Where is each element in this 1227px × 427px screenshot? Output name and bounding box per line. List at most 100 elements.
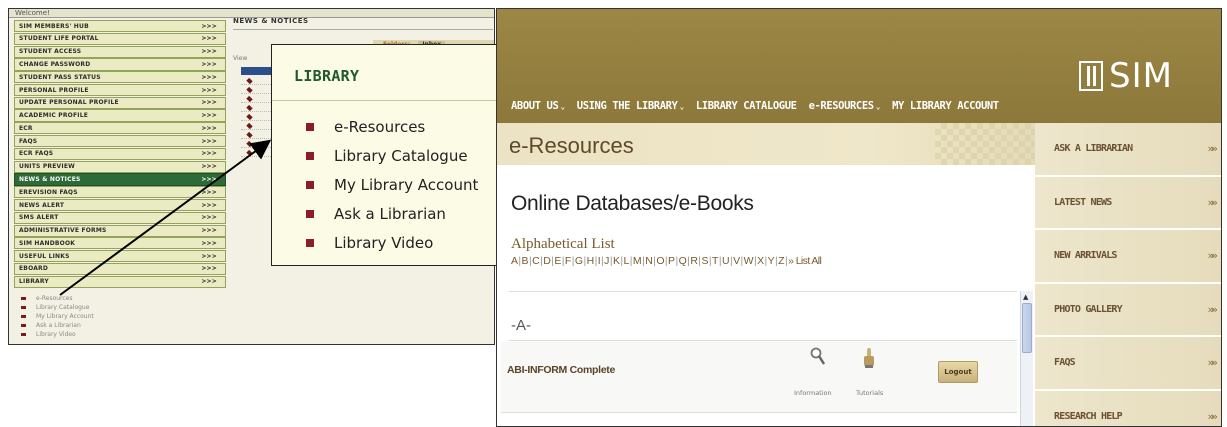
divider [272,100,500,101]
database-name-link[interactable]: ABI-INFORM Complete [507,364,615,376]
alphabet-link-p[interactable]: P [668,255,675,267]
information-label[interactable]: Information [794,389,832,397]
portal-menu-item-personal-profile[interactable]: PERSONAL PROFILE >>> [14,83,226,97]
alphabet-link-b[interactable]: B [522,255,529,267]
portal-menu-label: eCR [19,124,33,132]
double-chevron-right-icon: »» [1207,302,1219,316]
library-popup-item-library-video[interactable]: Library Video [306,228,478,257]
alphabet-link-m[interactable]: M [633,255,642,267]
alphabet-link-l[interactable]: L [624,255,630,267]
divider [509,340,1017,341]
portal-menu-item-academic-profile[interactable]: ACADEMIC PROFILE >>> [14,109,226,122]
scroll-thumb[interactable] [1022,303,1032,353]
pointing-hand-icon[interactable] [861,347,877,369]
alphabet-link-z[interactable]: Z [778,255,784,267]
portal-menu-item-student-life-portal[interactable]: STUDENT LIFE PORTAL >>> [14,32,226,45]
alphabet-link-c[interactable]: C [532,255,540,267]
portal-menu-item-sim-handbook[interactable]: SIM HANDBOOK >>> [14,237,226,250]
alphabet-link-w[interactable]: W [744,255,754,267]
alphabet-link-x[interactable]: X [757,255,764,267]
portal-menu-item-sim-members-hub[interactable]: SIM MEMBERS' HUB >>> [14,20,226,33]
tutorials-label[interactable]: Tutorials [856,389,883,397]
portal-menu-item-eboard[interactable]: eBOARD >>> [14,262,226,276]
portal-menu-item-ecr[interactable]: eCR >>> [14,122,226,135]
chevron-right-icon: >>> [201,86,217,94]
separator: | [601,255,604,267]
alphabet-link-o[interactable]: O [656,255,664,267]
top-navigation: ABOUT US ⌄ USING THE LIBRARY ⌄ LIBRARY CATAL… [497,9,1221,123]
alphabet-link-y[interactable]: Y [768,255,775,267]
sidebar-item-photo-gallery[interactable]: PHOTO GALLERY »» [1035,283,1221,337]
sidebar-item-research-help[interactable]: RESEARCH HELP »» [1035,390,1221,426]
alphabet-link-j[interactable]: J [604,255,609,267]
message-icon [246,77,253,84]
sidebar-item-new-arrivals[interactable]: NEW ARRIVALS »» [1035,230,1221,284]
magnifier-icon[interactable] [810,347,826,367]
alphabet-link-h[interactable]: H [587,255,595,267]
alphabet-link-q[interactable]: Q [679,255,687,267]
portal-submenu-item-ask-a-librarian[interactable]: Ask a Librarian [21,321,221,330]
portal-menu-item-units-preview[interactable]: UNITS PREVIEW >>> [14,160,226,173]
portal-menu-item-student-access[interactable]: STUDENT ACCESS >>> [14,45,226,58]
library-popup-item-my-library-account[interactable]: My Library Account [306,170,478,199]
portal-menu-item-sms-alert[interactable]: SMS ALERT >>> [14,211,226,224]
alphabet-link-a[interactable]: A [511,255,518,267]
alphabet-link-n[interactable]: N [645,255,653,267]
nav-item-e-resources[interactable]: e-RESOURCES ⌄ [809,100,881,112]
portal-menu-item-news-notices[interactable]: NEWS & NOTICES >>> [14,173,226,186]
chevron-right-icon: >>> [201,188,217,196]
alphabet-link-u[interactable]: U [722,255,730,267]
portal-menu-item-faqs[interactable]: FAQs >>> [14,135,226,148]
message-icon [246,122,253,129]
portal-submenu-item-library-catalogue[interactable]: Library Catalogue [21,303,221,312]
chevron-right-icon: >>> [201,265,217,273]
alphabet-link-i[interactable]: I [598,255,601,267]
nav-item-my-library-account[interactable]: MY LIBRARY ACCOUNT [892,100,999,112]
chevron-right-icon: >>> [201,112,217,120]
portal-submenu-item-e-resources[interactable]: e-Resources [21,294,221,303]
portal-menu-item-ecr-faqs[interactable]: eCR FAQs >>> [14,147,226,160]
portal-submenu-label: My Library Account [36,313,94,320]
portal-menu-item-administrative-forms[interactable]: ADMINISTRATIVE FORMS >>> [14,224,226,237]
bullet-icon [21,324,26,327]
separator: | [540,255,543,267]
library-popup-item-library-catalogue[interactable]: Library Catalogue [306,141,478,170]
library-popup-item-ask-a-librarian[interactable]: Ask a Librarian [306,199,478,228]
chevron-right-icon: >>> [201,175,217,183]
list-all-link[interactable]: » List All [788,255,822,267]
portal-menu-item-useful-links[interactable]: USEFUL LINKS >>> [14,250,226,263]
scrollbar[interactable]: ▲ [1020,291,1033,426]
alphabet-link-r[interactable]: R [690,255,698,267]
portal-menu-item-library[interactable]: LIBRARY >>> [14,275,226,288]
alphabet-link-s[interactable]: S [701,255,708,267]
alphabet-link-g[interactable]: G [575,255,583,267]
bullet-icon [21,315,26,318]
nav-item-about-us[interactable]: ABOUT US ⌄ [511,100,565,112]
alphabet-link-e[interactable]: E [554,255,561,267]
logout-button[interactable]: Logout [938,361,978,383]
library-popup-item-e-resources[interactable]: e-Resources [306,112,478,141]
portal-submenu-item-library-video[interactable]: Library Video [21,330,221,339]
alphabet-link-v[interactable]: V [733,255,740,267]
sidebar-item-ask-a-librarian[interactable]: ASK A LIBRARIAN »» [1035,123,1221,177]
portal-menu-item-news-alert[interactable]: NEWS ALERT >>> [14,198,226,212]
nav-item-using-the-library[interactable]: USING THE LIBRARY ⌄ [577,100,685,112]
dropdown-caret-icon: ⌄ [875,102,881,111]
sidebar-item-faqs[interactable]: FAQS »» [1035,337,1221,391]
portal-menu-item-change-password[interactable]: CHANGE PASSWORD >>> [14,58,226,71]
portal-menu-item-update-personal-profile[interactable]: UPDATE PERSONAL PROFILE >>> [14,96,226,109]
alphabet-link-t[interactable]: T [712,255,718,267]
double-chevron-right-icon: »» [1207,195,1219,209]
alphabet-link-d[interactable]: D [543,255,551,267]
portal-menu-item-student-pass-status[interactable]: STUDENT PASS STATUS >>> [14,71,226,84]
alphabet-link-k[interactable]: K [613,255,620,267]
sidebar-item-latest-news[interactable]: LATEST NEWS »» [1035,176,1221,230]
nav-item-library-catalogue[interactable]: LIBRARY CATALOGUE [696,100,797,112]
sim-logo[interactable]: SIM [1079,59,1173,93]
portal-submenu-item-my-library-account[interactable]: My Library Account [21,312,221,321]
library-popup-item-label: Library Video [334,233,434,252]
portal-menu-item-erevision-faqs[interactable]: eREVISION FAQs >>> [14,186,226,199]
scroll-up-arrow-icon[interactable]: ▲ [1023,293,1028,301]
portal-menu-label: SMS ALERT [19,214,59,222]
alphabet-link-f[interactable]: F [565,255,571,267]
